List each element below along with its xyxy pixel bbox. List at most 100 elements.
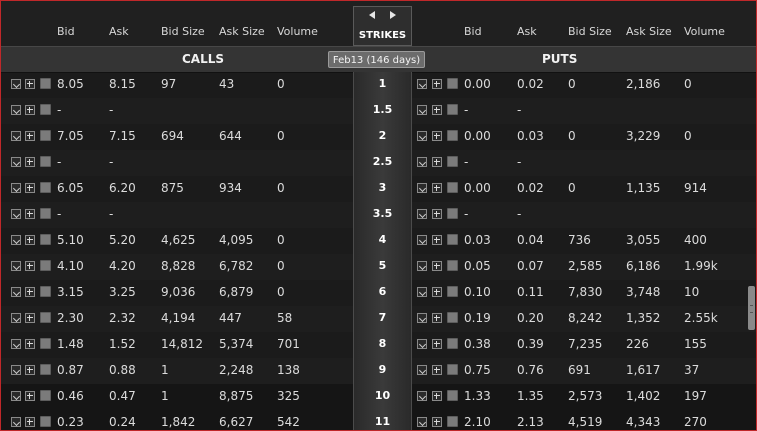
expand-plus-icon[interactable] — [25, 235, 35, 245]
put-bid-size-cell[interactable]: 8,242 — [568, 311, 602, 325]
put-ask-size-cell[interactable]: 1,617 — [626, 363, 660, 377]
call-bid-cell[interactable]: 0.23 — [57, 415, 84, 429]
pin-icon[interactable] — [417, 79, 427, 89]
pin-icon[interactable] — [417, 417, 427, 427]
call-bid-cell[interactable]: 4.10 — [57, 259, 84, 273]
put-ask-cell[interactable]: 0.76 — [517, 363, 544, 377]
row-select-box-icon[interactable] — [447, 338, 458, 349]
call-ask-size-cell[interactable]: 2,248 — [219, 363, 253, 377]
call-ask-size-cell[interactable]: 934 — [219, 181, 242, 195]
pin-icon[interactable] — [417, 287, 427, 297]
put-volume-cell[interactable]: 0 — [684, 129, 692, 143]
put-bid-cell[interactable]: 0.38 — [464, 337, 491, 351]
row-select-box-icon[interactable] — [447, 130, 458, 141]
pin-icon[interactable] — [417, 235, 427, 245]
pin-icon[interactable] — [417, 105, 427, 115]
expand-plus-icon[interactable] — [432, 313, 442, 323]
row-select-box-icon[interactable] — [447, 182, 458, 193]
put-ask-size-cell[interactable]: 3,229 — [626, 129, 660, 143]
puts-bid-header[interactable]: Bid — [464, 25, 482, 38]
put-bid-size-cell[interactable]: 2,573 — [568, 389, 602, 403]
put-ask-cell[interactable]: 0.20 — [517, 311, 544, 325]
call-bid-cell[interactable]: 2.30 — [57, 311, 84, 325]
expand-plus-icon[interactable] — [25, 209, 35, 219]
put-ask-size-cell[interactable]: 2,186 — [626, 77, 660, 91]
put-bid-size-cell[interactable]: 0 — [568, 181, 576, 195]
puts-bid-size-header[interactable]: Bid Size — [568, 25, 612, 38]
expand-plus-icon[interactable] — [432, 131, 442, 141]
row-select-box-icon[interactable] — [447, 260, 458, 271]
call-ask-size-cell[interactable]: 4,095 — [219, 233, 253, 247]
pin-icon[interactable] — [11, 183, 21, 193]
row-select-box-icon[interactable] — [40, 234, 51, 245]
expand-plus-icon[interactable] — [432, 209, 442, 219]
call-ask-cell[interactable]: 2.32 — [109, 311, 136, 325]
pin-icon[interactable] — [417, 313, 427, 323]
expand-plus-icon[interactable] — [432, 391, 442, 401]
call-bid-cell[interactable]: 8.05 — [57, 77, 84, 91]
put-ask-size-cell[interactable]: 3,748 — [626, 285, 660, 299]
table-row[interactable]: 7.05 7.15 694 644 0 0.00 0.03 0 3,229 0 2 — [1, 124, 756, 150]
call-bid-cell[interactable]: 5.10 — [57, 233, 84, 247]
call-ask-cell[interactable]: 7.15 — [109, 129, 136, 143]
put-bid-cell[interactable]: 0.00 — [464, 77, 491, 91]
call-ask-size-cell[interactable]: 5,374 — [219, 337, 253, 351]
pin-icon[interactable] — [417, 131, 427, 141]
row-select-box-icon[interactable] — [447, 104, 458, 115]
put-ask-size-cell[interactable]: 4,343 — [626, 415, 660, 429]
pin-icon[interactable] — [11, 209, 21, 219]
call-volume-cell[interactable]: 0 — [277, 129, 285, 143]
expand-plus-icon[interactable] — [432, 183, 442, 193]
pin-icon[interactable] — [11, 105, 21, 115]
put-bid-cell[interactable]: 0.10 — [464, 285, 491, 299]
put-ask-cell[interactable]: 0.02 — [517, 181, 544, 195]
expand-plus-icon[interactable] — [25, 313, 35, 323]
expand-plus-icon[interactable] — [25, 261, 35, 271]
row-select-box-icon[interactable] — [447, 286, 458, 297]
table-row[interactable]: 0.87 0.88 1 2,248 138 0.75 0.76 691 1,617 37 9 — [1, 358, 756, 384]
call-ask-cell[interactable]: - — [109, 207, 113, 221]
put-bid-size-cell[interactable]: 4,519 — [568, 415, 602, 429]
pin-icon[interactable] — [417, 261, 427, 271]
call-ask-cell[interactable]: 8.15 — [109, 77, 136, 91]
put-ask-size-cell[interactable]: 1,135 — [626, 181, 660, 195]
call-ask-cell[interactable]: 0.47 — [109, 389, 136, 403]
call-ask-cell[interactable]: 4.20 — [109, 259, 136, 273]
call-ask-size-cell[interactable]: 447 — [219, 311, 242, 325]
call-bid-size-cell[interactable]: 14,812 — [161, 337, 203, 351]
calls-bid-size-header[interactable]: Bid Size — [161, 25, 205, 38]
call-ask-cell[interactable]: - — [109, 103, 113, 117]
put-volume-cell[interactable]: 155 — [684, 337, 707, 351]
row-select-box-icon[interactable] — [40, 78, 51, 89]
call-volume-cell[interactable]: 0 — [277, 259, 285, 273]
call-ask-cell[interactable]: - — [109, 155, 113, 169]
put-volume-cell[interactable]: 197 — [684, 389, 707, 403]
row-select-box-icon[interactable] — [447, 234, 458, 245]
table-row[interactable]: 8.05 8.15 97 43 0 0.00 0.02 0 2,186 0 1 — [1, 72, 756, 98]
call-bid-size-cell[interactable]: 1,842 — [161, 415, 195, 429]
put-bid-cell[interactable]: 0.19 — [464, 311, 491, 325]
call-bid-cell[interactable]: 0.87 — [57, 363, 84, 377]
put-volume-cell[interactable]: 10 — [684, 285, 699, 299]
put-ask-cell[interactable]: - — [517, 103, 521, 117]
call-volume-cell[interactable]: 0 — [277, 77, 285, 91]
put-bid-size-cell[interactable]: 691 — [568, 363, 591, 377]
put-bid-size-cell[interactable]: 0 — [568, 129, 576, 143]
call-bid-cell[interactable]: - — [57, 207, 61, 221]
call-volume-cell[interactable]: 701 — [277, 337, 300, 351]
puts-volume-header[interactable]: Volume — [684, 25, 725, 38]
put-volume-cell[interactable]: 2.55k — [684, 311, 718, 325]
pin-icon[interactable] — [11, 287, 21, 297]
row-select-box-icon[interactable] — [447, 416, 458, 427]
expand-plus-icon[interactable] — [25, 157, 35, 167]
table-row[interactable]: 2.30 2.32 4,194 447 58 0.19 0.20 8,242 1,352 2.55… — [1, 306, 756, 332]
row-select-box-icon[interactable] — [447, 364, 458, 375]
pin-icon[interactable] — [11, 157, 21, 167]
pin-icon[interactable] — [11, 313, 21, 323]
pin-icon[interactable] — [417, 157, 427, 167]
next-arrow-icon[interactable] — [390, 11, 396, 19]
row-select-box-icon[interactable] — [40, 286, 51, 297]
table-row[interactable]: 0.23 0.24 1,842 6,627 542 2.10 2.13 4,519 4,343 2… — [1, 410, 756, 430]
expand-plus-icon[interactable] — [432, 417, 442, 427]
put-ask-cell[interactable]: - — [517, 155, 521, 169]
